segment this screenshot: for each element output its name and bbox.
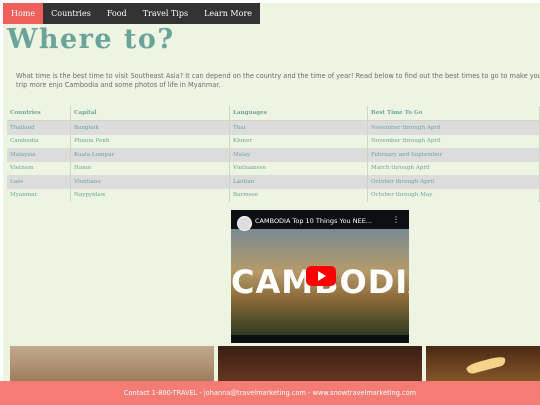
table-cell: Cambodia <box>7 134 71 148</box>
table-cell: Naypyidaw <box>70 188 230 202</box>
nav-item-learn-more[interactable]: Learn More <box>196 3 260 24</box>
table-cell: Thai <box>229 120 368 135</box>
table-cell: November through April <box>367 134 540 148</box>
table-cell: October through April <box>367 175 540 189</box>
intro-paragraph: What time is the best time to visit Sout… <box>16 72 540 89</box>
photo-myanmar-1 <box>10 346 214 386</box>
table-row: Myanmar Naypyidaw Burmese October throug… <box>7 188 540 202</box>
play-button[interactable] <box>306 266 336 286</box>
table-row: Cambodia Phnom Penh Khmer November throu… <box>7 134 540 148</box>
table-cell: March through April <box>367 161 540 175</box>
table-cell: Burmese <box>229 188 368 202</box>
table-cell: Phnom Penh <box>70 134 230 148</box>
table-cell: Laotian <box>229 175 368 189</box>
column-header-best-time: Best Time To Go <box>367 106 540 121</box>
page-background <box>3 3 540 405</box>
travel-table: Countries Capital Languages Best Time To… <box>7 106 540 202</box>
nav-item-travel-tips[interactable]: Travel Tips <box>135 3 196 24</box>
table-cell: Laos <box>7 175 71 189</box>
table-cell: Malay <box>229 148 368 162</box>
table-cell: Bangkok <box>70 120 230 135</box>
lantern-image <box>465 354 507 376</box>
table-cell: Thailand <box>7 120 71 135</box>
nav-item-home[interactable]: Home <box>3 3 44 24</box>
nav-item-countries[interactable]: Countries <box>43 3 99 24</box>
video-title[interactable]: CAMBODIA Top 10 Things You NEE... <box>255 217 372 225</box>
video-embed[interactable]: CAMBODIA Top 10 Things You NEE... ⋮ CAMB… <box>231 210 409 343</box>
table-cell: February and September <box>367 148 540 162</box>
table-cell: Malaysia <box>7 148 71 162</box>
table-cell: Kuala Lumpur <box>70 148 230 162</box>
footer: Contact 1-800-TRAVEL - johanna@travelmar… <box>0 381 540 405</box>
photo-myanmar-2 <box>218 346 422 386</box>
channel-avatar[interactable] <box>237 216 252 231</box>
column-header-languages: Languages <box>229 106 368 121</box>
table-header-row: Countries Capital Languages Best Time To… <box>7 106 540 121</box>
table-cell: Vietnam <box>7 161 71 175</box>
top-nav: Home Countries Food Travel Tips Learn Mo… <box>3 3 260 24</box>
table-row: Thailand Bangkok Thai November through A… <box>7 120 540 135</box>
footer-website-link[interactable]: www.snowtravelmarketing.com <box>312 389 416 397</box>
table-cell: Myanmar <box>7 188 71 202</box>
table-cell: Vietnamese <box>229 161 368 175</box>
table-cell: October through May <box>367 188 540 202</box>
table-row: Vietnam Hanoi Vietnamese March through A… <box>7 161 540 175</box>
footer-email-link[interactable]: johanna@travelmarketing.com <box>204 389 306 397</box>
table-row: Laos Vientiane Laotian October through A… <box>7 175 540 189</box>
table-row: Malaysia Kuala Lumpur Malay February and… <box>7 148 540 162</box>
table-cell: Khmer <box>229 134 368 148</box>
column-header-countries: Countries <box>7 106 71 121</box>
more-options-icon[interactable]: ⋮ <box>392 215 400 224</box>
table-cell: Vientiane <box>70 175 230 189</box>
page-title: Where to? <box>7 24 175 55</box>
column-header-capital: Capital <box>70 106 230 121</box>
photo-myanmar-3 <box>426 346 540 386</box>
nav-item-food[interactable]: Food <box>99 3 135 24</box>
table-cell: November through April <box>367 120 540 135</box>
table-cell: Hanoi <box>70 161 230 175</box>
footer-contact-text: Contact 1-800-TRAVEL - <box>123 389 204 397</box>
